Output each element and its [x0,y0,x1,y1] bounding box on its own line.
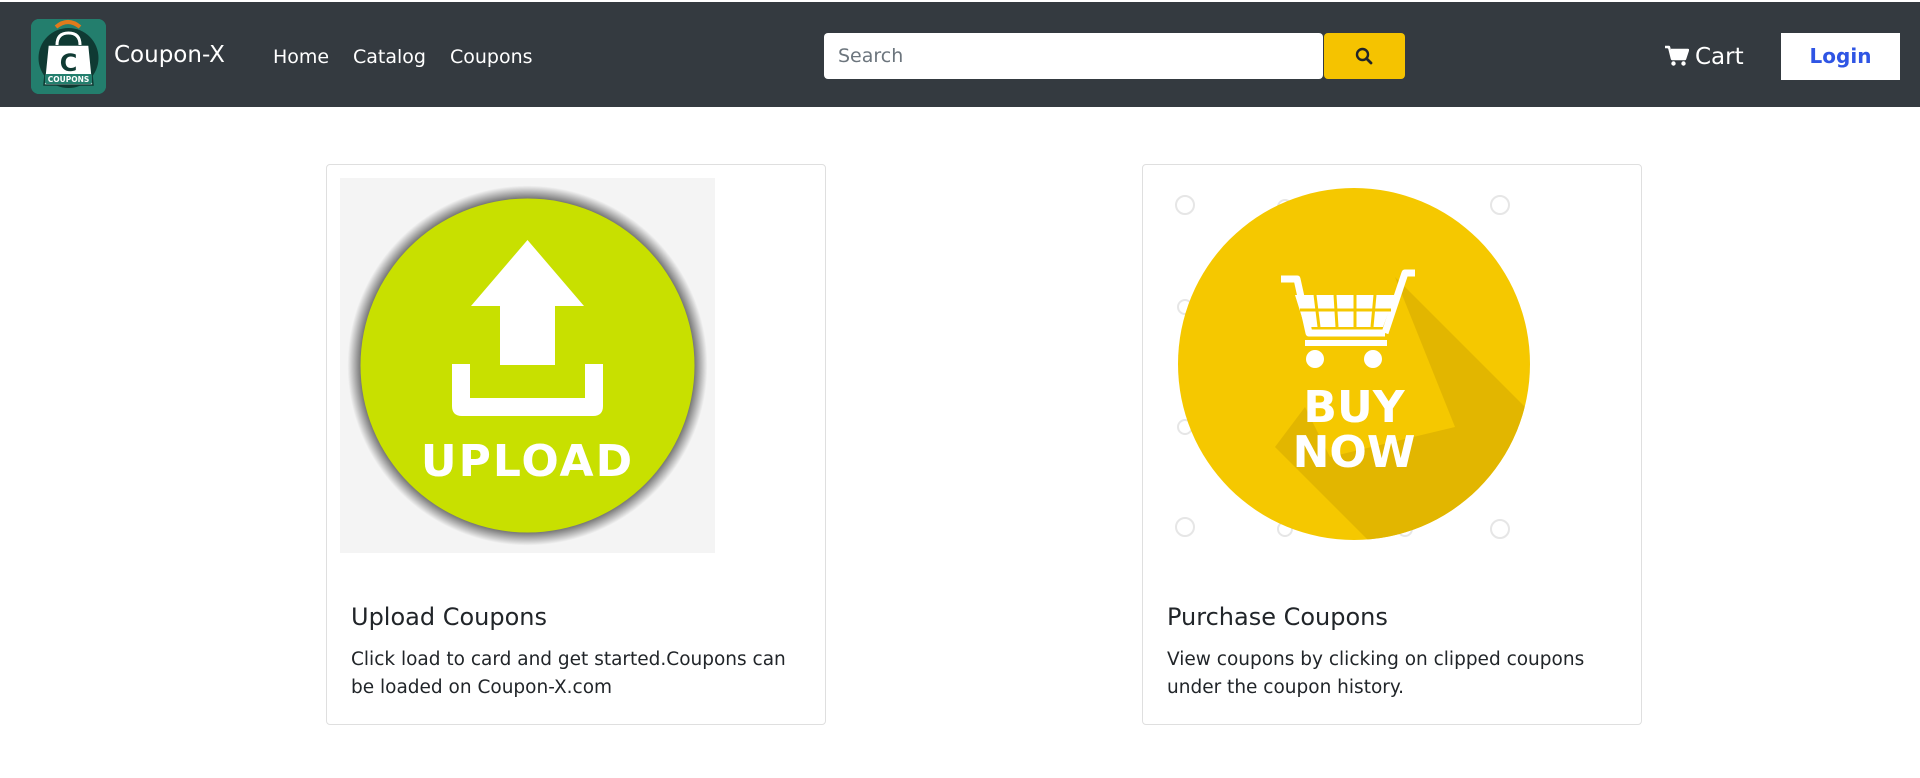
brand-logo[interactable]: C COUPONS [31,19,106,94]
nav-link-coupons[interactable]: Coupons [450,45,533,69]
purchase-coupons-card[interactable]: BUY NOW Purchase Coupons View coupons by… [1142,164,1642,725]
search-button[interactable] [1324,33,1405,79]
login-button[interactable]: Login [1781,33,1900,80]
card-title: Purchase Coupons [1167,603,1388,631]
shopping-cart-icon [1665,45,1690,66]
navbar: C COUPONS Coupon-X Home Catalog Coupons … [0,0,1920,107]
nav-link-home[interactable]: Home [273,45,329,69]
buy-now-image[interactable]: BUY NOW [1155,177,1535,557]
cart-link[interactable]: Cart [1665,42,1744,72]
buy-now-caption-line2: NOW [1293,427,1416,478]
nav-link-catalog[interactable]: Catalog [353,45,426,69]
svg-text:COUPONS: COUPONS [48,75,90,84]
card-text: View coupons by clicking on clipped coup… [1167,649,1585,698]
search-icon [1355,47,1373,65]
cart-label: Cart [1695,44,1744,70]
upload-image[interactable]: UPLOAD [340,178,715,553]
search-input[interactable] [824,33,1323,79]
brand-name[interactable]: Coupon-X [114,40,225,70]
coupon-bag-icon: C COUPONS [31,19,106,94]
card-text: Click load to card and get started.Coupo… [351,649,786,698]
buy-now-caption-line1: BUY [1303,382,1405,433]
upload-image-caption: UPLOAD [421,436,634,487]
upload-coupons-card[interactable]: UPLOAD Upload Coupons Click load to card… [326,164,826,725]
card-title: Upload Coupons [351,603,548,631]
svg-text:C: C [60,49,78,77]
